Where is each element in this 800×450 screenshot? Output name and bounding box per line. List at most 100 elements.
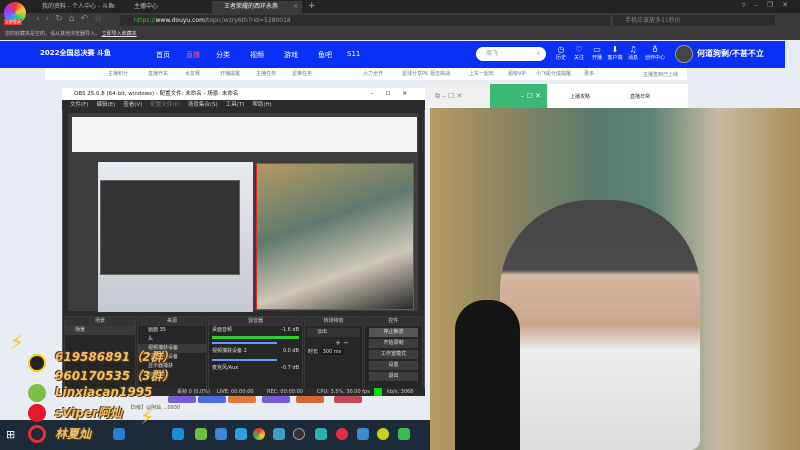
tag-chip[interactable] (168, 396, 196, 403)
chrome-icon[interactable] (253, 428, 265, 440)
subnav-item[interactable]: 直播开关 (148, 70, 168, 77)
history-button[interactable]: ◷ 历史 (551, 45, 571, 61)
menu-view[interactable]: 查看(V) (123, 102, 142, 108)
new-tab-button[interactable]: + (308, 1, 316, 11)
menu-file[interactable]: 文件(F) (70, 102, 88, 108)
tag-chip[interactable] (334, 396, 362, 403)
app-icon[interactable] (315, 428, 327, 440)
obs-taskbar-icon[interactable] (293, 428, 305, 440)
settings-button[interactable]: 设置 (369, 361, 418, 370)
live-daily-link[interactable]: 直播日常 (630, 93, 650, 100)
controls-panel: 控件 停止推流 开始录制 工作室模式 设置 退出 (364, 316, 423, 390)
app-icon[interactable] (273, 428, 285, 440)
edge-icon[interactable] (172, 428, 184, 440)
subnav-item[interactable]: 水友赛 (185, 70, 200, 77)
subnav-item[interactable]: 更多 (584, 70, 594, 77)
ie-icon[interactable] (235, 428, 247, 440)
green-window-controls[interactable]: – ☐ ✕ (490, 84, 547, 108)
subnav-item[interactable]: 开播提醒 (220, 70, 240, 77)
tag-chip[interactable] (262, 396, 290, 403)
subnav-item[interactable]: 主播积分 (108, 70, 128, 77)
ie-icon[interactable] (113, 428, 125, 440)
menu-profile[interactable]: 配置文件(P) (150, 102, 180, 108)
subnav-item[interactable]: 主播任务 (256, 70, 276, 77)
app-icon[interactable] (357, 428, 369, 440)
wechat-id: Linxiacan1995 (55, 385, 153, 399)
nav-yuba[interactable]: 鱼吧 (318, 50, 332, 60)
browser-search-input[interactable]: 手机应该放多11秒价 (613, 15, 775, 26)
follow-button[interactable]: ♡ 关注 (569, 45, 589, 61)
avatar[interactable] (675, 45, 693, 63)
nav-category[interactable]: 分类 (216, 50, 230, 60)
login-badge[interactable]: 立即登录 (4, 19, 22, 25)
volume-slider[interactable] (212, 359, 278, 361)
subnav-item[interactable]: 上车一起玩 (469, 70, 494, 77)
nav-buttons[interactable]: ‹›↻⌂↶☆ (36, 14, 108, 24)
track-name: 麦克风/Aux (212, 365, 239, 371)
window-controls[interactable]: ▿–❐✕ (742, 1, 797, 9)
subnav-item[interactable]: 狙击挑战 (430, 70, 450, 77)
windows-start-icon[interactable]: ⊞ (6, 428, 15, 441)
nav-live[interactable]: 直播 (186, 50, 200, 60)
subnav-item[interactable]: 星球分享PK (402, 70, 428, 77)
tag-chip[interactable] (228, 396, 256, 403)
obs-window-controls[interactable]: –☐✕ (371, 88, 419, 100)
stop-streaming-button[interactable]: 停止推流 (369, 328, 418, 337)
close-icon[interactable]: × (293, 1, 298, 13)
start-recording-button[interactable]: 开始录制 (369, 339, 418, 348)
tag-chip[interactable] (296, 396, 324, 403)
wechat-taskbar-icon[interactable] (398, 428, 410, 440)
netease-music-icon[interactable] (336, 428, 348, 440)
subnav-item[interactable]: 超级VIP (508, 70, 526, 77)
broadcast-button[interactable]: ▭ 开播 (587, 45, 607, 61)
nav-games[interactable]: 游戏 (284, 50, 298, 60)
subnav-item[interactable]: 小飞船分成提醒 (536, 70, 571, 77)
site-search-input[interactable]: 周飞 ⌕ (476, 47, 546, 61)
menu-tools[interactable]: 工具(T) (226, 102, 245, 108)
exit-button[interactable]: 退出 (369, 372, 418, 381)
icon-label: 开播 (591, 55, 602, 61)
client-button[interactable]: ⬇ 客户端 (605, 45, 625, 61)
live-time: LIVE: 00:00:00 (217, 389, 254, 395)
icon-label: 历史 (555, 55, 566, 61)
search-icon[interactable]: ⌕ (537, 47, 540, 61)
tag-chip[interactable] (198, 396, 226, 403)
transition-add-remove[interactable]: + − (305, 339, 362, 348)
transition-select[interactable]: 淡出 (307, 328, 360, 337)
tab-profile[interactable]: 我的资料 - 个人中心 - 斗鱼 × (30, 1, 120, 13)
tab-anchor-center[interactable]: 主播中心 (122, 1, 212, 13)
url-input[interactable]: https://www.douyu.com/topic/wzry6th?rid=… (120, 15, 610, 26)
studio-mode-button[interactable]: 工作室模式 (369, 350, 418, 359)
preview-webcam-source[interactable] (256, 163, 414, 310)
username[interactable]: 何道狗剩/不甚不立 (697, 48, 764, 59)
nav-home[interactable]: 首页 (156, 50, 170, 60)
menu-edit[interactable]: 编辑(E) (96, 102, 115, 108)
mail-icon[interactable] (215, 428, 227, 440)
subnav-item[interactable]: 火力全开 (363, 70, 383, 77)
scene-item[interactable]: 场景 (65, 326, 135, 335)
source-item[interactable]: 头 (138, 335, 206, 344)
minimized-window[interactable]: ⧉ – ☐ ✕ (425, 84, 490, 108)
app-icon[interactable] (377, 428, 389, 440)
track-db: -1.6 dB (281, 327, 299, 333)
volume-slider[interactable] (212, 342, 278, 344)
tab-label: 主播中心 (134, 3, 159, 10)
nav-s11[interactable]: S11 (347, 50, 360, 58)
anchor-tips-link[interactable]: 上播攻略 (570, 93, 590, 100)
subnav-note[interactable]: 主播签到已上线 (643, 71, 678, 78)
source-item[interactable]: 画面 35 (138, 326, 206, 335)
nav-video[interactable]: 视频 (250, 50, 264, 60)
app-icon[interactable] (195, 428, 207, 440)
close-icon[interactable]: × (111, 1, 116, 13)
microphone-image (455, 300, 520, 450)
preview-browser-capture (72, 117, 417, 152)
import-bookmarks-link[interactable]: 立即导入收藏夹 (102, 31, 137, 37)
creator-center-button[interactable]: ♁ 创作中心 (643, 45, 667, 61)
menu-scene-collection[interactable]: 场景集合(S) (188, 102, 218, 108)
tab-current[interactable]: 王者荣耀的西环永燕 × (212, 1, 302, 13)
messages-button[interactable]: ♫ 消息 (623, 45, 643, 61)
subnav-item[interactable]: 星推任务 (292, 70, 312, 77)
duration-input[interactable]: 300 ms (319, 349, 345, 355)
site-logo[interactable]: 2022全国总决赛 斗鱼 (40, 48, 111, 58)
menu-help[interactable]: 帮助(H) (252, 102, 271, 108)
